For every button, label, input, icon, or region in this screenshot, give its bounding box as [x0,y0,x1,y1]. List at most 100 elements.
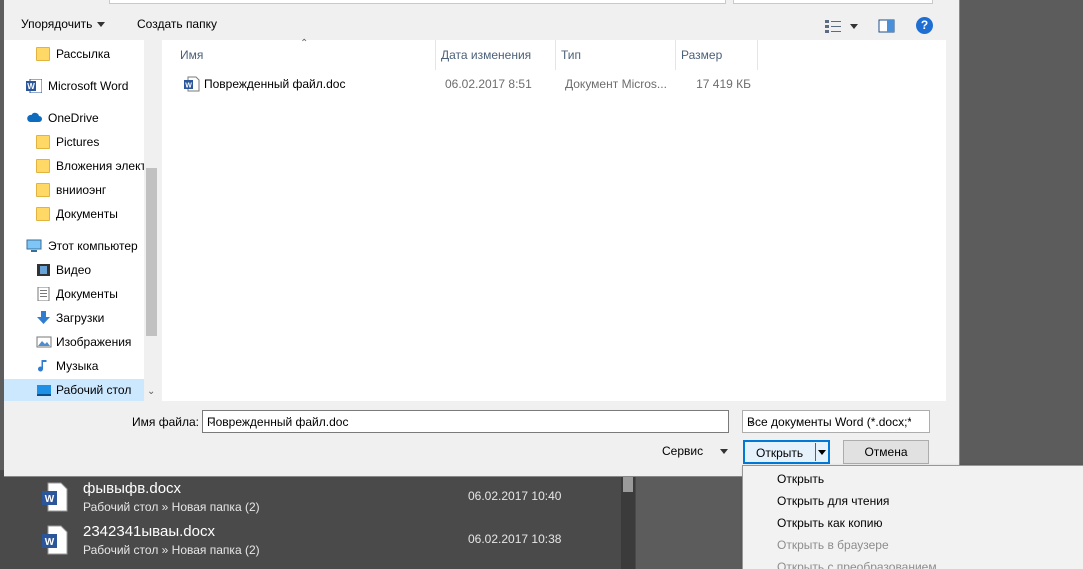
folder-icon [36,183,50,197]
nav-item-attachments[interactable]: Вложения элект [4,155,144,177]
menu-item-open-in-browser: Открыть в браузере [777,538,889,552]
navigation-pane: Рассылка W Microsoft Word OneDrive Pictu… [4,40,159,401]
chevron-down-icon[interactable]: ⌄ [207,414,724,427]
nav-item-this-pc[interactable]: Этот компьютер [4,235,144,257]
computer-icon [26,239,42,252]
change-view-icon[interactable] [824,18,864,34]
nav-item-documents[interactable]: Документы [4,283,144,305]
recent-document-item[interactable]: W 2342341ываы.docx Рабочий стол » Новая … [40,523,620,563]
recent-document-path: Рабочий стол » Новая папка (2) [83,543,260,557]
desktop-icon [37,385,51,396]
open-button[interactable]: Открыть [743,440,830,464]
chevron-down-icon[interactable]: ⌄ [747,414,911,427]
nav-item-label: Microsoft Word [48,79,129,93]
menu-item-open-as-copy[interactable]: Открыть как копию [777,516,883,530]
nav-item-label: Вложения элект [56,159,144,173]
recent-document-date: 06.02.2017 10:40 [468,489,562,503]
svg-text:W: W [27,82,35,91]
filename-input[interactable]: Поврежденный файл.doc ⌄ [202,410,729,433]
scroll-down-icon[interactable]: ⌄ [147,386,155,397]
split-divider [815,443,816,461]
help-icon[interactable]: ? [916,17,933,34]
file-type: Документ Micros... [565,77,667,91]
file-size: 17 419 КБ [696,77,751,91]
chevron-down-icon [97,22,106,28]
cancel-button[interactable]: Отмена [843,440,929,464]
music-icon [38,360,47,372]
menu-item-open[interactable]: Открыть [777,472,824,486]
sort-ascending-icon: ⌃ [300,38,309,49]
file-name: Поврежденный файл.doc [204,77,346,91]
new-folder-button[interactable]: Создать папку [137,17,217,31]
nav-item-label: внииоэнг [56,183,107,197]
column-separator[interactable] [757,40,758,70]
column-separator[interactable] [675,40,676,70]
nav-item-label: Изображения [56,335,132,349]
download-icon [37,311,50,324]
nav-item-label: Загрузки [56,311,105,325]
nav-item-microsoft-word[interactable]: W Microsoft Word [4,75,144,97]
nav-item-vniioeng[interactable]: внииоэнг [4,179,144,201]
file-list: ⌃ Имя Дата изменения Тип Размер W Повреж… [162,38,946,401]
open-options-arrow-icon[interactable] [818,450,826,455]
open-file-dialog: Упорядочить Создать папку ? Рассылка W M… [4,0,960,477]
tools-button[interactable]: Сервис [662,444,728,458]
nav-item-label: Pictures [56,135,100,149]
menu-item-open-with-transform: Открыть с преобразованием [777,560,937,569]
nav-item-mailing[interactable]: Рассылка [4,43,144,65]
recent-document-date: 06.02.2017 10:38 [468,532,562,546]
column-separator[interactable] [435,40,436,70]
documents-icon [37,287,50,301]
nav-item-label: Рассылка [56,47,111,61]
nav-item-label: Рабочий стол [56,383,132,397]
nav-item-desktop[interactable]: Рабочий стол [4,379,144,401]
svg-text:W: W [185,83,192,90]
cloud-icon [27,112,42,122]
nav-item-pictures[interactable]: Pictures [4,131,144,153]
column-header-date[interactable]: Дата изменения [441,40,531,70]
organize-button[interactable]: Упорядочить [21,17,106,31]
nav-item-label: Документы [56,207,118,221]
recent-document-name: фывыфв.docx [83,480,182,497]
navigation-scrollbar[interactable]: ⌄ [144,40,159,401]
open-button-label: Открыть [756,446,804,460]
word-icon: W [26,79,42,93]
nav-item-label: Документы [56,287,118,301]
nav-item-onedrive-documents[interactable]: Документы [4,203,144,225]
nav-item-label: Видео [56,263,92,277]
word-document-icon: W [42,482,68,512]
folder-icon [36,135,50,149]
column-header-name[interactable]: Имя [180,40,203,70]
navigation-scrollbar-thumb[interactable] [146,168,157,336]
word-document-icon: W [42,525,68,555]
nav-item-video[interactable]: Видео [4,259,144,281]
column-header-size[interactable]: Размер [681,40,722,70]
recent-document-item[interactable]: W фывыфв.docx Рабочий стол » Новая папка… [40,480,620,520]
folder-icon [36,47,50,61]
svg-text:W: W [45,537,55,548]
address-bar[interactable] [109,0,726,4]
nav-item-label: Музыка [56,359,99,373]
nav-item-downloads[interactable]: Загрузки [4,307,144,329]
nav-item-onedrive[interactable]: OneDrive [4,107,144,129]
nav-item-pictures-library[interactable]: Изображения [4,331,144,353]
dialog-toolbar: Упорядочить Создать папку ? [4,12,960,40]
word-document-icon: W [184,76,200,92]
recent-document-path: Рабочий стол » Новая папка (2) [83,500,260,514]
svg-text:W: W [45,494,55,505]
preview-pane-icon[interactable] [878,18,896,34]
nav-item-music[interactable]: Музыка [4,355,144,377]
file-type-filter[interactable]: Все документы Word (*.docx;* ⌄ [742,410,930,433]
tools-label: Сервис [662,444,704,458]
recent-list-scrollbar-thumb[interactable] [623,476,633,492]
search-box[interactable] [733,0,933,4]
pictures-icon [36,336,52,348]
column-header-type[interactable]: Тип [561,40,581,70]
column-separator[interactable] [555,40,556,70]
nav-item-label: OneDrive [48,111,99,125]
folder-icon [36,159,50,173]
recent-document-name: 2342341ываы.docx [83,523,215,540]
file-row[interactable]: W Поврежденный файл.doc 06.02.2017 8:51 … [176,74,751,94]
menu-item-open-read-only[interactable]: Открыть для чтения [777,494,889,508]
organize-label: Упорядочить [21,17,93,31]
